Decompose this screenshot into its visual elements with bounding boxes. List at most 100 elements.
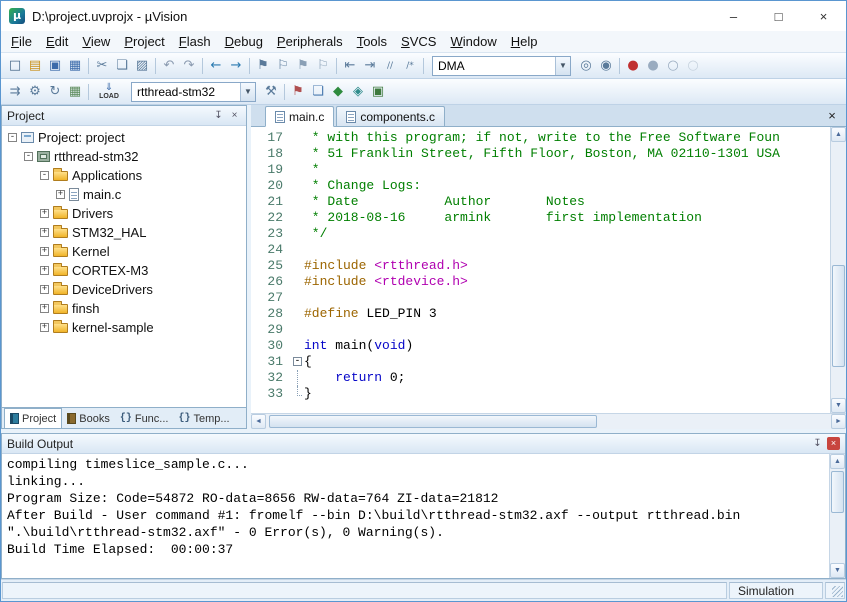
navigate-forward-icon[interactable]: → — [226, 56, 246, 76]
manage-rte-icon[interactable]: ◆ — [328, 82, 348, 102]
build-icon[interactable]: ⚙ — [25, 82, 45, 102]
editor-hscrollbar[interactable]: ◄ ► — [251, 413, 846, 429]
expand-toggle[interactable]: + — [40, 209, 49, 218]
select-packs-icon[interactable]: ◈ — [348, 82, 368, 102]
editor-hscroll-thumb[interactable] — [269, 415, 597, 428]
unindent-icon[interactable]: ⇤ — [340, 56, 360, 76]
menu-item-edit[interactable]: Edit — [39, 31, 75, 52]
scroll-right-icon[interactable]: ► — [831, 414, 846, 429]
panel-tab-func[interactable]: {}Func... — [115, 409, 174, 428]
load-button[interactable]: ⇓ LOAD — [94, 80, 124, 104]
kill-breakpoints-icon[interactable]: ○ — [683, 56, 703, 76]
bookmark-clear-icon[interactable]: ⚐ — [313, 56, 333, 76]
tree-item-kernel[interactable]: +Kernel — [2, 242, 246, 261]
scroll-up-icon[interactable]: ▲ — [831, 127, 846, 142]
menu-item-flash[interactable]: Flash — [172, 31, 218, 52]
expand-toggle[interactable]: - — [24, 152, 33, 161]
scroll-down-icon[interactable]: ▼ — [830, 563, 845, 578]
manage-items-icon[interactable]: ❏ — [308, 82, 328, 102]
build-output-vscrollbar[interactable]: ▲ ▼ — [829, 454, 845, 578]
comment-icon[interactable]: // — [380, 56, 400, 76]
target-select[interactable]: rtthread-stm32 ▼ — [131, 82, 256, 102]
search-combo[interactable]: ▼ — [432, 56, 571, 76]
tree-item-stm32-hal[interactable]: +STM32_HAL — [2, 223, 246, 242]
menu-item-window[interactable]: Window — [443, 31, 503, 52]
menu-item-view[interactable]: View — [75, 31, 117, 52]
editor-tab-main-c[interactable]: main.c — [265, 106, 334, 127]
menu-item-peripherals[interactable]: Peripherals — [270, 31, 350, 52]
build-vscroll-thumb[interactable] — [831, 471, 844, 513]
tree-item-kernel-sample[interactable]: +kernel-sample — [2, 318, 246, 337]
menu-item-debug[interactable]: Debug — [218, 31, 270, 52]
save-all-icon[interactable]: ▦ — [65, 56, 85, 76]
copy-icon[interactable]: ❏ — [112, 56, 132, 76]
editor-vscrollbar[interactable]: ▲ ▼ — [830, 127, 846, 413]
incremental-find-icon[interactable]: ◉ — [596, 56, 616, 76]
fold-toggle-icon[interactable]: - — [293, 357, 302, 366]
editor-tab-components-c[interactable]: components.c — [336, 106, 445, 126]
bookmark-next-icon[interactable]: ⚑ — [293, 56, 313, 76]
file-extensions-icon[interactable]: ⚑ — [288, 82, 308, 102]
expand-toggle[interactable]: - — [8, 133, 17, 142]
paste-icon[interactable]: ▨ — [132, 56, 152, 76]
toggle-breakpoint-icon[interactable]: ● — [643, 56, 663, 76]
close-button[interactable]: × — [801, 1, 846, 31]
menu-item-file[interactable]: File — [4, 31, 39, 52]
menu-item-svcs[interactable]: SVCS — [394, 31, 443, 52]
tree-item-main-c[interactable]: +main.c — [2, 185, 246, 204]
menu-item-tools[interactable]: Tools — [350, 31, 394, 52]
redo-icon[interactable]: ↷ — [179, 56, 199, 76]
uncomment-icon[interactable]: /* — [400, 56, 420, 76]
editor-vscroll-thumb[interactable] — [832, 265, 845, 367]
bookmark-prev-icon[interactable]: ⚐ — [273, 56, 293, 76]
expand-toggle[interactable]: + — [40, 323, 49, 332]
code-editor[interactable]: 17 * with this program; if not, write to… — [251, 127, 830, 413]
panel-tab-project[interactable]: Project — [4, 408, 62, 428]
find-in-files-icon[interactable]: ◎ — [576, 56, 596, 76]
pack-installer-icon[interactable]: ▣ — [368, 82, 388, 102]
tree-item-project-project[interactable]: -Project: project — [2, 128, 246, 147]
search-input[interactable] — [433, 59, 555, 73]
expand-toggle[interactable]: - — [40, 171, 49, 180]
tree-item-drivers[interactable]: +Drivers — [2, 204, 246, 223]
expand-toggle[interactable]: + — [40, 228, 49, 237]
tree-item-cortex-m3[interactable]: +CORTEX-M3 — [2, 261, 246, 280]
minimize-button[interactable]: – — [711, 1, 756, 31]
target-select-dropdown-icon[interactable]: ▼ — [240, 83, 255, 101]
panel-tab-books[interactable]: Books — [62, 409, 115, 428]
editor-vscroll-track[interactable] — [831, 142, 846, 398]
undo-icon[interactable]: ↶ — [159, 56, 179, 76]
cut-icon[interactable]: ✂ — [92, 56, 112, 76]
save-icon[interactable]: ▣ — [45, 56, 65, 76]
pin-icon[interactable]: ↧ — [212, 109, 225, 122]
build-output-close-icon[interactable]: × — [827, 437, 840, 450]
open-file-icon[interactable]: ▤ — [25, 56, 45, 76]
resize-grip[interactable] — [832, 586, 843, 597]
editor-hscroll-track[interactable] — [266, 414, 831, 429]
menu-item-help[interactable]: Help — [504, 31, 545, 52]
maximize-button[interactable]: □ — [756, 1, 801, 31]
search-combo-dropdown-icon[interactable]: ▼ — [555, 57, 570, 75]
rebuild-icon[interactable]: ↻ — [45, 82, 65, 102]
panel-tab-temp[interactable]: {}Temp... — [173, 409, 234, 428]
translate-icon[interactable]: ⇉ — [5, 82, 25, 102]
new-file-icon[interactable]: □ — [5, 56, 25, 76]
scroll-down-icon[interactable]: ▼ — [831, 398, 846, 413]
disable-breakpoints-icon[interactable]: ○ — [663, 56, 683, 76]
indent-icon[interactable]: ⇥ — [360, 56, 380, 76]
expand-toggle[interactable]: + — [40, 266, 49, 275]
pin-icon[interactable]: ↧ — [811, 437, 824, 450]
tree-item-finsh[interactable]: +finsh — [2, 299, 246, 318]
batch-build-icon[interactable]: ▦ — [65, 82, 85, 102]
expand-toggle[interactable]: + — [40, 285, 49, 294]
menu-item-project[interactable]: Project — [117, 31, 171, 52]
scroll-left-icon[interactable]: ◄ — [251, 414, 266, 429]
build-vscroll-track[interactable] — [830, 469, 845, 563]
insert-breakpoint-icon[interactable]: ● — [623, 56, 643, 76]
target-options-icon[interactable]: ⚒ — [261, 82, 281, 102]
tree-item-rtthread-stm32[interactable]: -rtthread-stm32 — [2, 147, 246, 166]
navigate-back-icon[interactable]: ← — [206, 56, 226, 76]
expand-toggle[interactable]: + — [40, 304, 49, 313]
project-panel-close-icon[interactable]: × — [228, 109, 241, 122]
bookmark-toggle-icon[interactable]: ⚑ — [253, 56, 273, 76]
